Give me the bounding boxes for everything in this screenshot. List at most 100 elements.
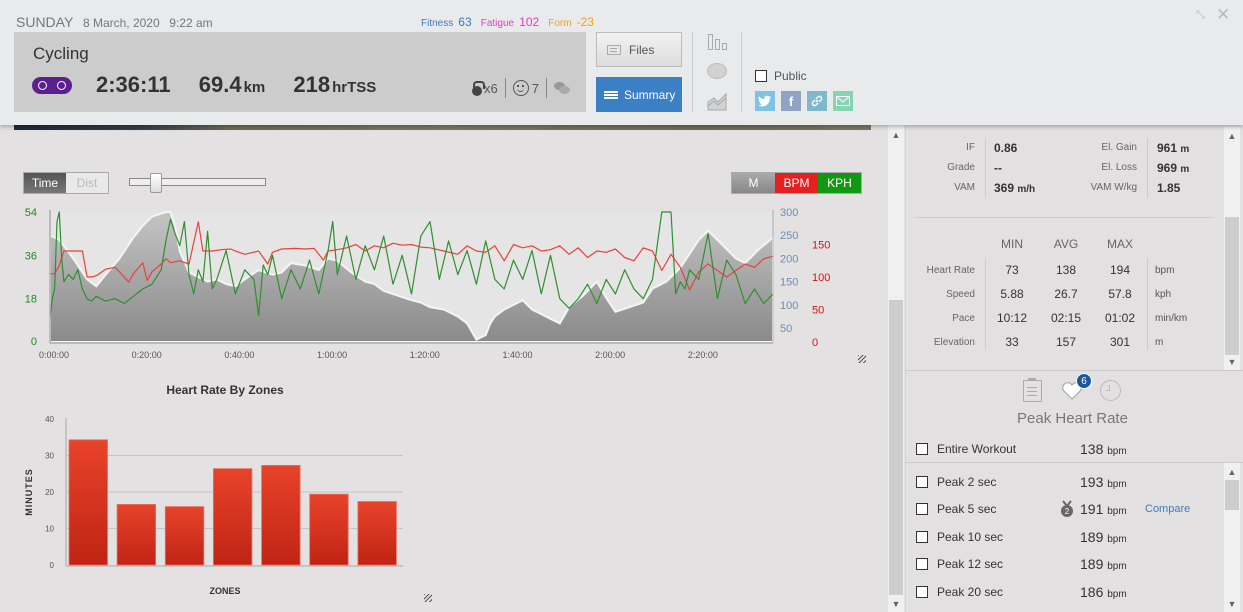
min-header: MIN [1001,237,1023,251]
public-toggle[interactable]: Public [755,69,807,83]
y-tick-label: 10 [45,525,54,534]
stats-scrollbar[interactable]: ▲ ▼ [1224,127,1240,370]
peak-label: Peak 12 sec [937,557,1004,571]
minmax-min: 5.88 [1000,287,1024,301]
peak-row: Peak 5 sec 2 191 bpm Compare [916,500,1206,518]
minmax-min: 73 [1005,263,1019,277]
grade-label: Grade [947,162,975,173]
peak-checkbox[interactable] [916,476,928,488]
peak-checkbox[interactable] [916,503,928,515]
scroll-down-arrow-icon[interactable]: ▼ [1224,356,1240,368]
zone-bar-z1[interactable] [68,439,108,566]
summary-button[interactable]: Summary [596,77,682,112]
fatigue-value: 102 [519,15,540,29]
divider [985,138,986,198]
scrollbar-thumb[interactable] [1225,217,1239,355]
scroll-down-arrow-icon[interactable]: ▼ [1224,598,1240,610]
form-value: -23 [576,15,594,29]
peaks-scrollbar[interactable]: ▲ ▼ [1224,463,1240,612]
vam-value: 369 m/h [994,181,1035,195]
peak-number: 189 [1080,556,1104,572]
close-icon[interactable]: ✕ [1216,6,1230,23]
x-tick-label: 0:20:00 [132,350,162,360]
zone-bar-z4[interactable] [212,468,253,566]
minmax-unit: kph [1155,289,1172,300]
activity-time: 9:22 am [169,16,213,30]
peak-checkbox[interactable] [916,443,928,455]
clock-icon[interactable] [1100,380,1121,401]
compare-link[interactable]: Compare [1145,503,1190,515]
sport-title: Cycling [33,44,89,63]
comment-bubble-icon[interactable] [706,62,728,82]
feel-value: 7 [531,80,539,96]
series-toggle-elevation[interactable]: M [732,173,775,193]
clipboard-icon[interactable] [1023,378,1042,402]
divider [504,78,506,98]
minmax-row-label: Pace [952,313,975,324]
peak-label: Peak 10 sec [937,530,1004,544]
peak-checkbox[interactable] [916,586,928,598]
zone-bar-z3[interactable] [164,506,205,566]
elevation-gain-value: 961 m [1157,141,1189,155]
peak-checkbox[interactable] [916,558,928,570]
heart-rate-zones-chart: Heart Rate By Zones MINUTES ZONES 0 10 20 3… [24,383,403,596]
zone-bar-z6[interactable] [309,493,349,566]
y-tick-label: 20 [45,488,54,497]
left-panel-scrollbar[interactable]: ▲ ▼ [888,125,904,612]
scroll-up-arrow-icon[interactable]: ▲ [888,129,904,141]
scroll-down-arrow-icon[interactable]: ▼ [888,598,904,610]
bike-chain-icon [32,77,72,94]
x-tick-label: 0:40:00 [224,350,254,360]
x-tick-label: 2:00:00 [595,350,625,360]
minmax-max: 57.8 [1108,287,1132,301]
bar-chart-icon[interactable] [706,32,728,52]
peak-checkbox[interactable] [916,531,928,543]
series-toggle-heart-rate[interactable]: BPM [775,173,818,193]
chart-zoom-slider[interactable] [129,173,266,193]
public-checkbox[interactable] [755,70,767,82]
fatigue-label: Fatigue [480,18,515,29]
distance-toggle-button[interactable]: Dist [66,173,108,193]
files-button-label: Files [629,42,655,57]
peak-unit: bpm [1107,589,1127,600]
zones-chart-title: Heart Rate By Zones [166,383,284,397]
peak-value: 138 bpm [1080,441,1127,457]
slider-thumb[interactable] [150,173,162,193]
zone-bar-z2[interactable] [116,503,156,566]
collapse-icon[interactable]: ⤡ [1196,9,1208,21]
divider [915,217,1213,218]
time-toggle-button[interactable]: Time [24,173,66,193]
peak-section-title: Peak Heart Rate [1017,410,1128,427]
twitter-share-icon[interactable] [755,91,775,111]
zone-bar-z7[interactable] [357,501,397,566]
elevation-tick-label: 150 [780,277,798,289]
fitness-value: 63 [458,15,472,29]
files-button[interactable]: Files [596,32,682,67]
max-header: MAX [1106,237,1133,251]
email-share-icon[interactable] [833,91,853,111]
fitness-label: Fitness [421,18,454,29]
series-toggle-speed[interactable]: KPH [818,173,861,193]
workout-badges: x6 7 [472,78,570,98]
bpm-tick-label: 50 [812,305,824,317]
scroll-up-arrow-icon[interactable]: ▲ [1224,466,1240,478]
peak-number: 193 [1080,474,1104,490]
minmax-unit: bpm [1155,265,1175,276]
vam-wkg-value: 1.85 [1157,181,1181,195]
smiley-feel-icon[interactable] [512,80,529,96]
zone-bar-z5[interactable] [261,465,301,566]
kph-tick-label: 18 [25,294,37,306]
scrollbar-thumb[interactable] [1225,480,1239,510]
link-share-icon[interactable] [807,91,827,111]
files-icon [607,44,621,55]
facebook-share-icon[interactable]: f [781,91,801,111]
peak-value: 191 bpm [1080,501,1127,517]
peak-label: Peak 2 sec [937,475,997,489]
workout-line-chart[interactable]: 0 18 36 54 50 100 150 200 250 300 0 50 100 150 0:00:00… [0,200,880,370]
scroll-up-arrow-icon[interactable]: ▲ [1224,130,1240,142]
comments-icon[interactable] [553,82,570,94]
chart-resize-handle[interactable] [424,594,432,602]
elevation-tick-label: 300 [780,207,798,219]
trend-chart-icon[interactable] [706,92,728,112]
chart-resize-handle[interactable] [858,355,866,363]
